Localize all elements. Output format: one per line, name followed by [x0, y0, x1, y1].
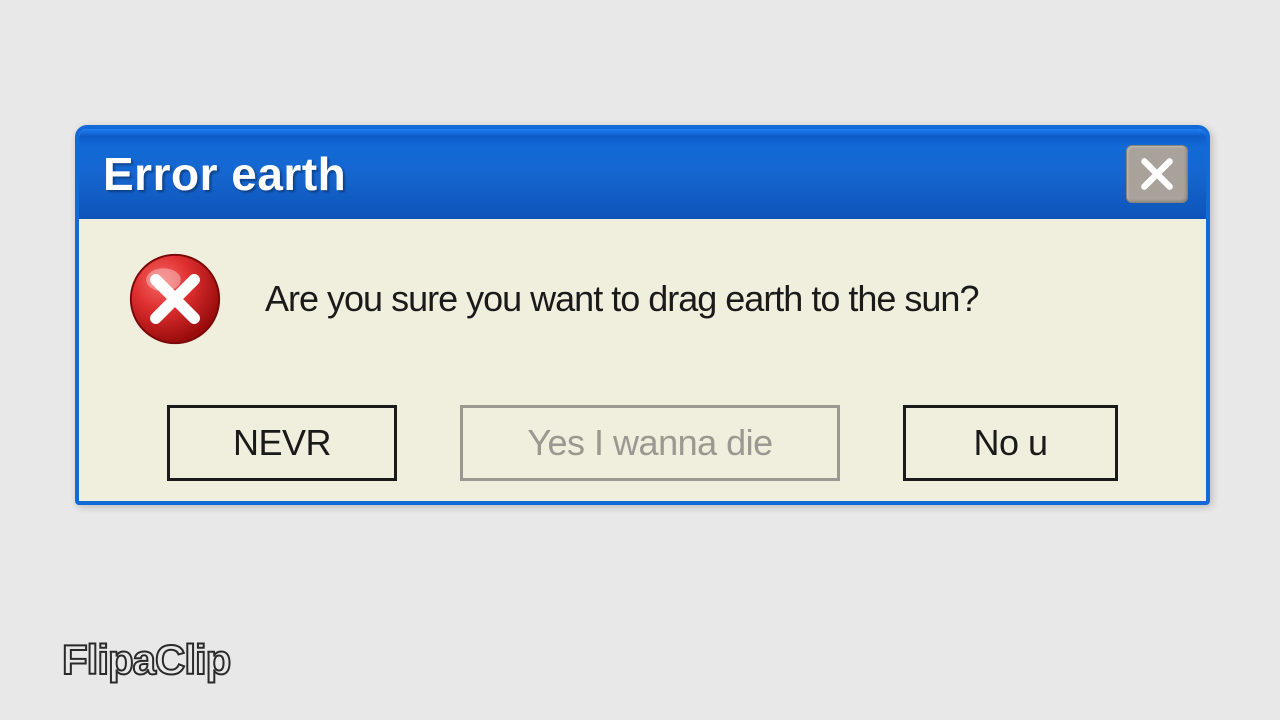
- nevr-button[interactable]: NEVR: [167, 405, 397, 481]
- close-icon: [1138, 155, 1176, 193]
- dialog-title: Error earth: [103, 147, 346, 201]
- titlebar[interactable]: Error earth: [79, 129, 1206, 219]
- close-button[interactable]: [1126, 145, 1188, 203]
- message-row: Are you sure you want to drag earth to t…: [107, 243, 1178, 347]
- dialog-body: Are you sure you want to drag earth to t…: [79, 219, 1206, 501]
- no-u-button[interactable]: No u: [903, 405, 1118, 481]
- error-icon: [127, 251, 223, 347]
- error-dialog: Error earth Are you sure you w: [75, 125, 1210, 505]
- dialog-message: Are you sure you want to drag earth to t…: [265, 278, 978, 320]
- button-row: NEVR Yes I wanna die No u: [107, 405, 1178, 481]
- yes-button[interactable]: Yes I wanna die: [460, 405, 840, 481]
- watermark: FlipaClip: [62, 636, 230, 684]
